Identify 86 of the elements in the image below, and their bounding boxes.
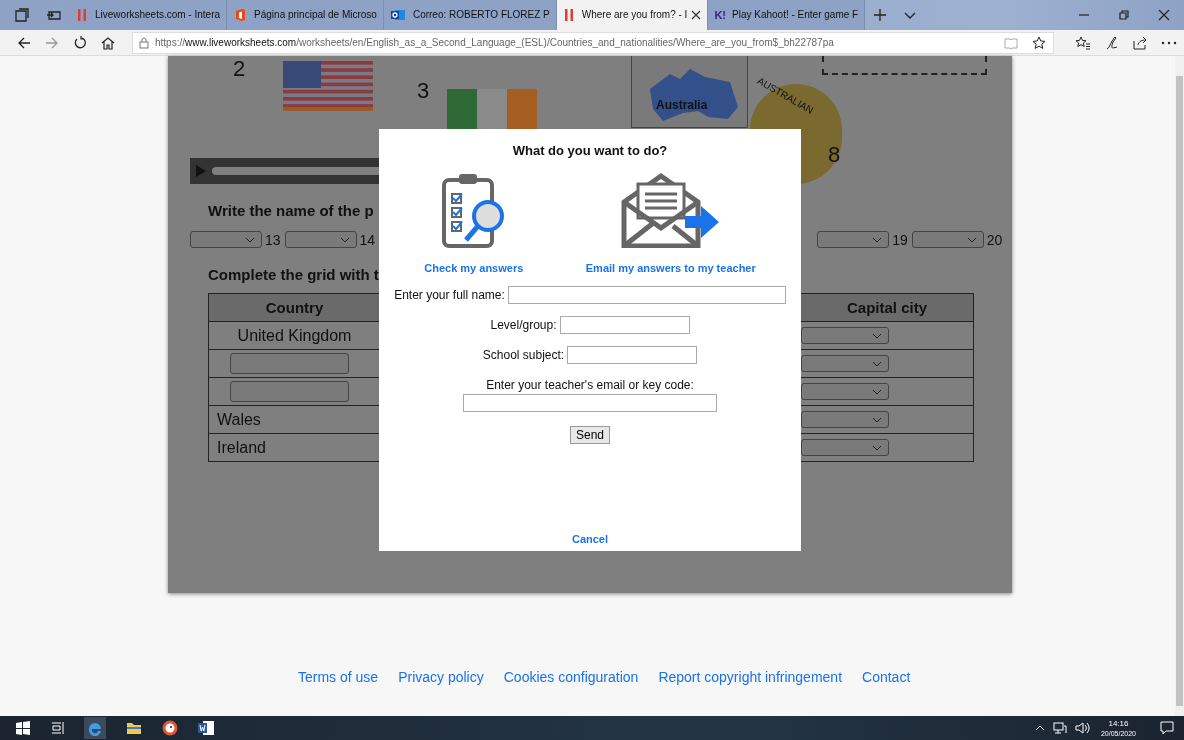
picture-number: 2	[233, 56, 246, 82]
new-tab-icon[interactable]	[873, 8, 888, 22]
browser-tab[interactable]: K! Play Kahoot! - Enter game F	[708, 0, 866, 30]
network-icon[interactable]	[1052, 722, 1067, 734]
footer-link[interactable]: Terms of use	[296, 669, 381, 685]
duck-icon[interactable]	[162, 720, 178, 736]
close-icon[interactable]	[691, 10, 702, 20]
option-link[interactable]: Check my answers	[424, 262, 524, 274]
tab-title: Página principal de Microso	[254, 9, 377, 21]
question-number: 20	[986, 232, 1003, 248]
chevron-down-icon	[872, 360, 882, 367]
field-label: Enter your teacher's email or key code:	[486, 378, 694, 392]
browser-tab[interactable]: Correo: ROBERTO FLOREZ P	[383, 0, 557, 30]
home-icon[interactable]	[101, 35, 115, 50]
chevron-down-icon	[339, 236, 350, 243]
refresh-icon[interactable]	[73, 35, 87, 50]
tab-title: Where are you from? - I	[581, 9, 688, 21]
site-icon: K!	[714, 9, 726, 21]
map-label: Australia	[656, 98, 708, 112]
mail-icon	[389, 8, 406, 22]
volume-icon[interactable]	[1074, 722, 1091, 734]
clock-time[interactable]: 14:16	[1108, 719, 1129, 728]
chevron-up-icon[interactable]	[1034, 725, 1045, 731]
input-field[interactable]	[507, 286, 786, 304]
footer-link[interactable]: Report copyright infringement	[656, 669, 845, 685]
windows-icon[interactable]	[16, 721, 30, 735]
folder-icon[interactable]	[126, 721, 142, 735]
tab-preview-icon[interactable]	[14, 7, 30, 23]
share-icon[interactable]	[1133, 35, 1147, 50]
footer-link[interactable]: Cookies configuration	[501, 669, 641, 685]
url-text: https://www.liveworksheets.com/worksheets/en/English_as_a_Second_Language_(ESL)/Countries_and_nationalities/Where_are_you_from$_bh22787pa	[155, 37, 834, 48]
lock-icon	[139, 36, 149, 49]
back-icon[interactable]	[17, 35, 31, 50]
chevron-down-icon	[966, 236, 977, 243]
tab-title: Correo: ROBERTO FLOREZ P	[412, 9, 550, 21]
chevron-down-icon	[872, 444, 882, 451]
instruction-text: Write the name of the p	[208, 202, 374, 219]
chevron-down-icon	[872, 416, 882, 423]
cancel-link[interactable]: Cancel	[571, 533, 609, 545]
more-icon[interactable]	[1161, 40, 1177, 45]
send-button[interactable]: Send	[570, 426, 610, 444]
address-field[interactable]: https://www.liveworksheets.com/worksheets/en/English_as_a_Second_Language_(ESL)/Countries_and_nationalities/Where_are_you_from$_bh22787pa	[132, 31, 1054, 54]
column-header: Capital city	[846, 298, 928, 318]
text-input[interactable]	[230, 353, 349, 374]
browser-icon[interactable]	[84, 717, 106, 739]
field-label: School subject:	[482, 348, 565, 362]
chevron-down-icon	[872, 388, 882, 395]
question-number: 13	[265, 232, 281, 248]
input-field[interactable]	[567, 346, 698, 364]
text-input[interactable]	[230, 381, 349, 402]
question-number: 14	[359, 232, 376, 248]
chevron-down-icon	[872, 332, 882, 339]
field-label: Level/group:	[490, 318, 557, 332]
restore-icon[interactable]	[1118, 9, 1130, 21]
picture-number: 3	[417, 78, 430, 104]
browser-tab[interactable]: Where are you from? - I	[556, 0, 709, 30]
task-view-icon[interactable]	[50, 721, 64, 735]
input-field[interactable]	[559, 316, 690, 334]
input-field[interactable]	[463, 394, 717, 412]
document-icon[interactable]	[198, 721, 214, 735]
tab-title: Play Kahoot! - Enter game F	[732, 9, 859, 21]
close-icon[interactable]	[1158, 9, 1170, 21]
field-label: Enter your full name:	[394, 288, 505, 302]
forward-icon[interactable]	[45, 35, 59, 50]
chevron-down-icon	[245, 236, 255, 243]
chevron-down-icon	[872, 236, 883, 243]
envelope-arrow-icon[interactable]	[620, 172, 721, 248]
site-icon	[562, 8, 575, 22]
tab-title: Liveworksheets.com - Intera	[95, 9, 221, 21]
picture-number: 8	[828, 142, 841, 168]
question-number: 19	[892, 232, 908, 248]
browser-tab[interactable]: Página principal de Microso	[227, 0, 384, 30]
star-icon[interactable]	[1032, 35, 1046, 50]
footer-link[interactable]: Privacy policy	[396, 669, 486, 685]
instruction-text: Complete the grid with t	[208, 266, 379, 283]
clipboard-magnifier-icon[interactable]	[441, 172, 506, 248]
footer-link[interactable]: Contact	[860, 669, 913, 685]
favorites-icon[interactable]	[1075, 35, 1091, 50]
office-icon	[233, 8, 248, 22]
site-icon	[76, 8, 88, 22]
option-link[interactable]: Email my answers to my teacher	[585, 262, 756, 274]
pen-icon[interactable]	[1105, 35, 1119, 50]
dialog-title: What do you want to do?	[512, 143, 668, 158]
notification-icon[interactable]	[1160, 721, 1174, 735]
scrollbar[interactable]	[1175, 56, 1184, 716]
scrollbar-thumb[interactable]	[1176, 76, 1183, 706]
